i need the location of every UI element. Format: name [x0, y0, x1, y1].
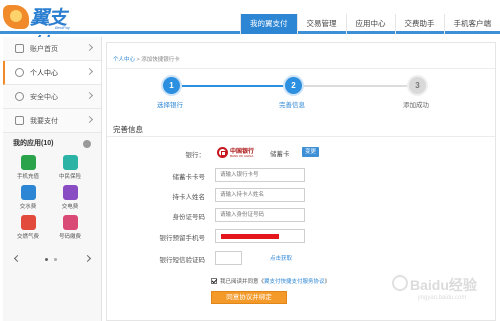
step-2-label: 完善信息 — [279, 102, 305, 109]
chevron-right-icon — [85, 91, 94, 100]
chevron-right-icon[interactable] — [83, 254, 92, 263]
step-1-label: 选择银行 — [157, 102, 183, 109]
bill-icon — [62, 215, 78, 230]
step-connector-pending — [302, 85, 408, 87]
app-label: 交水费 — [19, 204, 37, 210]
section-title: 完善信息 — [113, 125, 143, 134]
id-number-input[interactable] — [215, 208, 305, 222]
home-icon — [15, 44, 24, 53]
top-bar: 翼支付 BestPay 我的翼支付 交易管理 应用中心 交费助手 手机客户端 — [0, 0, 500, 56]
gas-icon — [20, 215, 36, 230]
gear-icon[interactable] — [83, 140, 91, 148]
cardholder-name-input[interactable] — [215, 188, 305, 202]
agreement-text-end: 》 — [324, 279, 331, 285]
breadcrumb: 个人中心 > 添加快捷银行卡 — [113, 55, 180, 63]
document-icon — [15, 116, 24, 125]
step-2-circle: 2 — [285, 77, 302, 94]
phone-input[interactable] — [215, 229, 305, 243]
app-water-bill[interactable]: 交水费 — [7, 185, 49, 210]
sms-code-label: 银行短信验证码 — [159, 257, 206, 264]
bestpay-logo[interactable]: 翼支付 BestPay — [3, 3, 83, 56]
my-apps-header: 我的应用(10) — [3, 133, 101, 153]
app-label: 交电费 — [61, 204, 79, 210]
pager-dot-active[interactable] — [45, 258, 48, 261]
app-insurance[interactable]: 中民保险 — [49, 155, 91, 180]
app-phone-recharge[interactable]: 手机充值 — [7, 155, 49, 180]
agreement-row: 我已阅读并同意《 翼支付快捷支付服务协议 》 — [211, 277, 330, 285]
chevron-left-icon[interactable] — [13, 254, 22, 263]
card-type: 储蓄卡 — [270, 151, 290, 158]
main-nav: 我的翼支付 交易管理 应用中心 交费助手 手机客户端 — [240, 14, 500, 34]
sidebar-item-label: 账户首页 — [30, 45, 58, 53]
get-sms-code-link[interactable]: 点击获取 — [270, 254, 292, 262]
breadcrumb-current: 添加快捷银行卡 — [141, 57, 180, 63]
card-number-label: 储蓄卡卡号 — [172, 174, 206, 181]
app-gas-bill[interactable]: 交燃气费 — [7, 215, 49, 240]
watermark-logo-icon — [392, 275, 408, 291]
card-number-input[interactable] — [215, 168, 305, 182]
sidebar-item-label: 安全中心 — [30, 93, 58, 101]
chevron-right-icon — [85, 43, 94, 52]
breadcrumb-separator: > — [136, 57, 140, 63]
step-connector-done — [182, 85, 284, 87]
sidebar-item-personal-center[interactable]: 个人中心 — [3, 61, 101, 85]
app-electricity-bill[interactable]: 交电费 — [49, 185, 91, 210]
sidebar: 账户首页 个人中心 安全中心 我要支付 我的应用(10) 手机充值 中民保险 交… — [3, 37, 102, 321]
electricity-icon — [62, 185, 78, 200]
divider — [107, 68, 495, 69]
agree-and-bind-button[interactable]: 同意协议并绑定 — [211, 291, 287, 304]
step-3-label: 添加成功 — [403, 102, 429, 109]
my-apps-title: 我的应用(10) — [13, 140, 54, 147]
progress-steps: 1 2 3 选择银行 完善信息 添加成功 — [107, 77, 495, 117]
phone-recharge-icon — [20, 155, 36, 170]
pager-dot[interactable] — [54, 258, 57, 261]
agreement-text: 我已阅读并同意《 — [220, 279, 265, 285]
user-icon — [15, 68, 24, 77]
redacted-phone-number — [221, 234, 279, 239]
baidu-jingyan-watermark: Baidu经验 jingyan.baidu.com — [392, 273, 492, 313]
chevron-right-icon — [85, 67, 94, 76]
logo-mark-icon — [3, 5, 29, 29]
app-label: 手机充值 — [16, 174, 39, 180]
nav-my-bestpay[interactable]: 我的翼支付 — [240, 14, 297, 34]
watermark-subtext: jingyan.baidu.com — [418, 295, 467, 301]
chevron-right-icon — [85, 115, 94, 124]
agreement-checkbox[interactable] — [211, 278, 217, 284]
my-apps-grid: 手机充值 中民保险 交水费 交电费 交燃气费 号码缴费 — [3, 153, 101, 240]
logo-subtext: BestPay — [55, 25, 70, 30]
app-label: 中民保险 — [58, 174, 81, 180]
nav-mobile-client[interactable]: 手机客户端 — [443, 14, 500, 34]
app-number-bill[interactable]: 号码缴费 — [49, 215, 91, 240]
bank-logo-icon — [217, 147, 228, 158]
nav-payment-assistant[interactable]: 交费助手 — [394, 14, 444, 34]
nav-transactions[interactable]: 交易管理 — [296, 14, 346, 34]
bank-name-en: BANK OF CHINA — [230, 154, 254, 158]
bank-label: 银行： — [185, 152, 206, 159]
id-number-label: 身份证号码 — [172, 214, 206, 221]
phone-label: 银行预留手机号 — [159, 235, 206, 242]
divider — [107, 136, 495, 137]
bank-of-china-logo: 中国银行 BANK OF CHINA — [217, 146, 263, 160]
sidebar-item-account-home[interactable]: 账户首页 — [3, 37, 101, 61]
sidebar-item-label: 我要支付 — [30, 117, 58, 125]
sidebar-item-security-center[interactable]: 安全中心 — [3, 85, 101, 109]
sidebar-item-pay[interactable]: 我要支付 — [3, 109, 101, 133]
app-label: 交燃气费 — [16, 234, 39, 240]
breadcrumb-home[interactable]: 个人中心 — [113, 57, 135, 63]
apps-pager — [3, 254, 102, 264]
step-1-circle: 1 — [163, 77, 180, 94]
agreement-link[interactable]: 翼支付快捷支付服务协议 — [264, 277, 325, 285]
change-bank-button[interactable]: 变更 — [302, 147, 320, 157]
shield-icon — [15, 92, 24, 101]
watermark-text: Baidu经验 — [410, 277, 477, 293]
page: 翼支付 BestPay 我的翼支付 交易管理 应用中心 交费助手 手机客户端 账… — [0, 0, 500, 321]
sms-code-input[interactable] — [215, 251, 242, 265]
water-icon — [20, 185, 36, 200]
app-label: 号码缴费 — [58, 234, 81, 240]
cardholder-name-label: 持卡人姓名 — [172, 194, 206, 201]
insurance-icon — [62, 155, 78, 170]
nav-app-center[interactable]: 应用中心 — [345, 14, 395, 34]
sidebar-item-label: 个人中心 — [30, 69, 58, 77]
step-3-circle: 3 — [409, 77, 426, 94]
